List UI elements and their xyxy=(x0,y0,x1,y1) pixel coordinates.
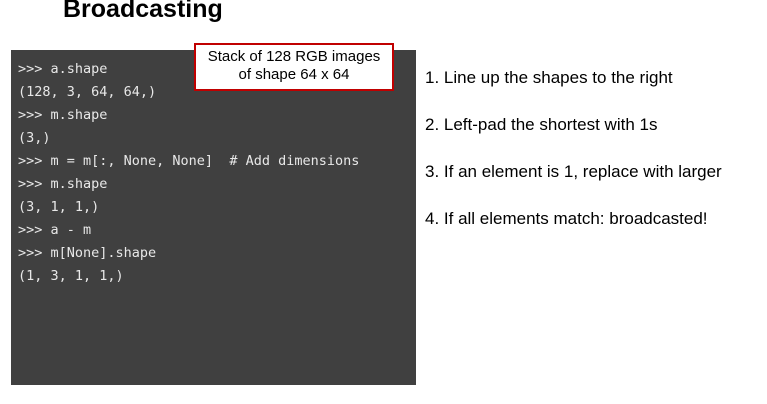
step-item: 3. If an element is 1, replace with larg… xyxy=(425,162,722,181)
code-line: (1, 3, 1, 1,) xyxy=(18,268,124,284)
code-line: >>> m[None].shape xyxy=(18,245,157,261)
step-item: 1. Line up the shapes to the right xyxy=(425,68,673,87)
steps-list: 1. Line up the shapes to the right 2. Le… xyxy=(425,66,722,254)
slide-title: Broadcasting xyxy=(63,0,223,23)
callout-line-1: Stack of 128 RGB images xyxy=(207,48,381,65)
callout-line-2: of shape 64 x 64 xyxy=(238,66,350,83)
code-line: (3,) xyxy=(18,130,51,146)
code-line: >>> m.shape xyxy=(18,176,108,192)
code-line: >>> m.shape xyxy=(18,107,108,123)
step-item: 4. If all elements match: broadcasted! xyxy=(425,209,708,228)
step-item: 2. Left-pad the shortest with 1s xyxy=(425,115,658,134)
code-line: >>> m = m[:, None, None] # Add dimension… xyxy=(18,153,360,169)
code-line: (3, 1, 1,) xyxy=(18,199,100,215)
code-listing: >>> a.shape (128, 3, 64, 64,) >>> m.shap… xyxy=(18,58,359,288)
code-panel: >>> a.shape (128, 3, 64, 64,) >>> m.shap… xyxy=(11,50,416,385)
callout-box: Stack of 128 RGB images of shape 64 x 64 xyxy=(194,43,394,91)
code-line: >>> a - m xyxy=(18,222,92,238)
